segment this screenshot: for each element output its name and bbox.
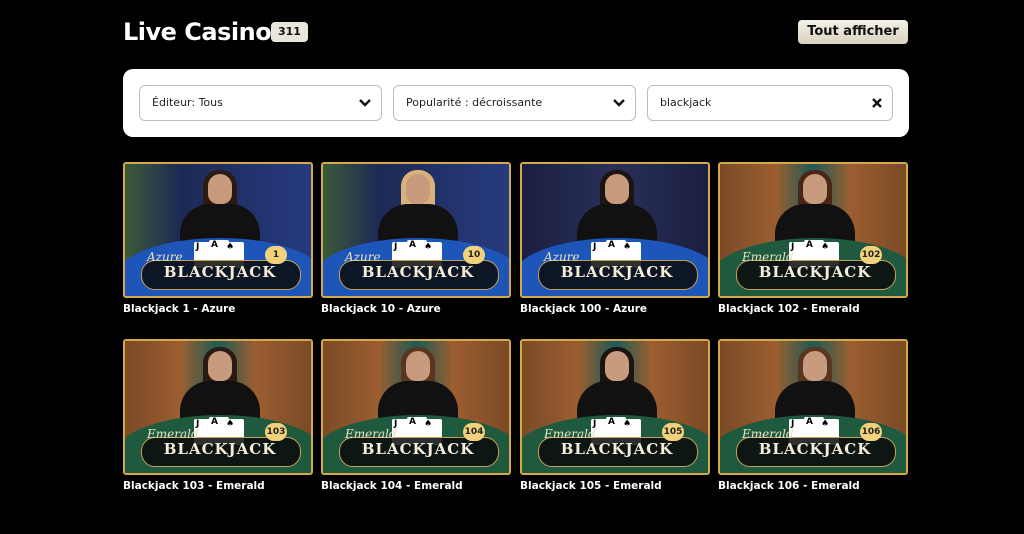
game-thumbnail[interactable]: J A ♠ Azure BLACKJACK 10 [321,162,511,298]
game-card[interactable]: J A ♠ Emerald BLACKJACK 105 Blackjack 105 - Em… [520,339,710,492]
game-card[interactable]: J A ♠ Azure BLACKJACK 1 Blackjack 1 - Azure [123,162,313,315]
game-thumbnail[interactable]: J A ♠ Emerald BLACKJACK 106 [718,339,908,475]
table-number-badge: 106 [860,423,882,441]
game-card[interactable]: J A ♠ Emerald BLACKJACK 102 Blackjack 102 - Em… [718,162,908,315]
game-title[interactable]: Blackjack 102 - Emerald [718,303,860,315]
filter-bar: Éditeur: Tous Popularité : décroissante … [123,69,909,137]
blackjack-logo: BLACKJACK [361,440,475,458]
game-variant-label: Azure [345,250,381,264]
dealer-face [208,351,232,381]
table-number-badge: 1 [265,246,287,264]
table-number-badge: 102 [860,246,882,264]
dealer-face [605,174,629,204]
game-card[interactable]: J A ♠ Emerald BLACKJACK 106 Blackjack 106 - Em… [718,339,908,492]
game-title[interactable]: Blackjack 1 - Azure [123,303,235,315]
game-thumbnail[interactable]: J A ♠ Azure BLACKJACK [520,162,710,298]
blackjack-logo: BLACKJACK [361,263,475,281]
game-count-badge: 311 [271,22,308,42]
page-title: Live Casino [123,18,272,46]
blackjack-logo: BLACKJACK [560,440,674,458]
game-variant-label: Emerald [147,427,199,441]
game-title[interactable]: Blackjack 103 - Emerald [123,480,265,492]
game-card[interactable]: J A ♠ Emerald BLACKJACK 104 Blackjack 104 - Em… [321,339,511,492]
dealer-face [605,351,629,381]
blackjack-logo: BLACKJACK [758,263,872,281]
chevron-down-icon [359,99,371,107]
game-thumbnail[interactable]: J A ♠ Azure BLACKJACK 1 [123,162,313,298]
sort-select-value: Popularité : décroissante [406,96,543,109]
dealer-face [406,351,430,381]
table-number-badge: 104 [463,423,485,441]
dealer-face [208,174,232,204]
dealer-face [406,174,430,204]
game-variant-label: Azure [147,250,183,264]
editor-select[interactable]: Éditeur: Tous [139,85,382,121]
search-input-value: blackjack [660,96,712,109]
game-thumbnail[interactable]: J A ♠ Emerald BLACKJACK 105 [520,339,710,475]
game-card[interactable]: J A ♠ Azure BLACKJACK Blackjack 100 - Azure [520,162,710,315]
sort-select[interactable]: Popularité : décroissante [393,85,636,121]
game-title[interactable]: Blackjack 104 - Emerald [321,480,463,492]
game-title[interactable]: Blackjack 106 - Emerald [718,480,860,492]
game-thumbnail[interactable]: J A ♠ Emerald BLACKJACK 102 [718,162,908,298]
table-number-badge: 103 [265,423,287,441]
blackjack-logo: BLACKJACK [560,263,674,281]
chevron-down-icon [613,99,625,107]
editor-select-value: Éditeur: Tous [152,96,223,109]
game-title[interactable]: Blackjack 105 - Emerald [520,480,662,492]
search-input[interactable]: blackjack [647,85,893,121]
dealer-face [803,174,827,204]
game-variant-label: Emerald [742,427,794,441]
blackjack-logo: BLACKJACK [163,440,277,458]
show-all-button[interactable]: Tout afficher [798,20,908,44]
game-thumbnail[interactable]: J A ♠ Emerald BLACKJACK 103 [123,339,313,475]
blackjack-logo: BLACKJACK [163,263,277,281]
game-card[interactable]: J A ♠ Azure BLACKJACK 10 Blackjack 10 - Azure [321,162,511,315]
game-title[interactable]: Blackjack 10 - Azure [321,303,441,315]
table-number-badge: 10 [463,246,485,264]
page-header: Live Casino 311 Tout afficher [123,17,908,49]
game-card[interactable]: J A ♠ Emerald BLACKJACK 103 Blackjack 103 - Em… [123,339,313,492]
table-number-badge: 105 [662,423,684,441]
close-icon[interactable] [871,97,883,109]
game-title[interactable]: Blackjack 100 - Azure [520,303,647,315]
dealer-face [803,351,827,381]
game-variant-label: Azure [544,250,580,264]
game-variant-label: Emerald [742,250,794,264]
game-variant-label: Emerald [345,427,397,441]
blackjack-logo: BLACKJACK [758,440,872,458]
game-thumbnail[interactable]: J A ♠ Emerald BLACKJACK 104 [321,339,511,475]
game-variant-label: Emerald [544,427,596,441]
